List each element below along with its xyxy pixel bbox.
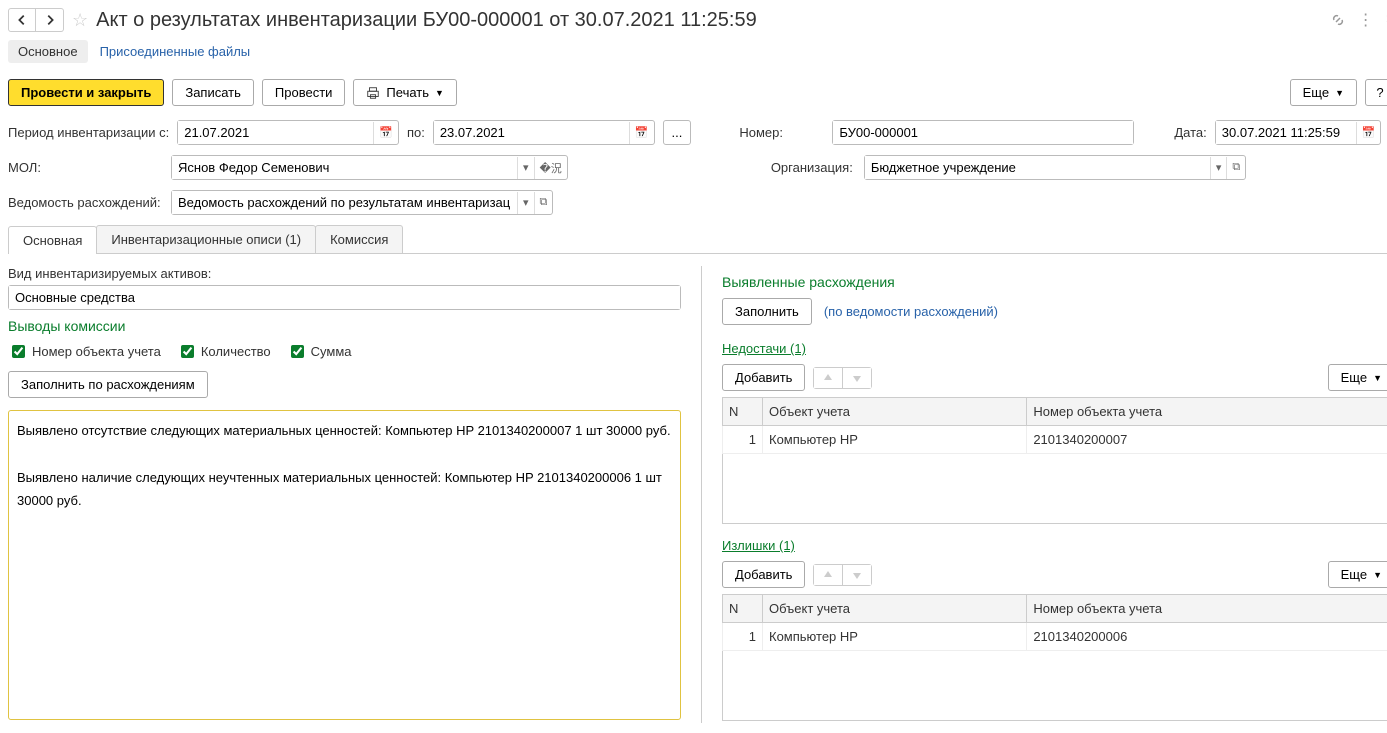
move-down-button[interactable] [843, 368, 871, 388]
move-up-button[interactable] [814, 368, 843, 388]
subnav-main[interactable]: Основное [8, 40, 88, 63]
move-up-button[interactable] [814, 565, 843, 585]
number-label: Номер: [739, 125, 824, 140]
save-button[interactable]: Записать [172, 79, 254, 106]
chevron-down-icon[interactable]: ▾ [1210, 157, 1227, 179]
open-icon[interactable]: �況 [534, 157, 567, 179]
link-icon[interactable] [1330, 12, 1346, 28]
add-surplus-button[interactable]: Добавить [722, 561, 805, 588]
open-icon[interactable]: ⧉ [534, 192, 553, 214]
col-n: N [723, 595, 763, 623]
period-from-label: Период инвентаризации с: [8, 125, 169, 140]
date-label: Дата: [1174, 125, 1206, 140]
surplus-table: N Объект учета Номер объекта учета 1 Ком… [722, 594, 1387, 721]
kebab-icon[interactable]: ⋮ [1358, 10, 1374, 30]
more-shortage-button[interactable]: Еще ▼ [1328, 364, 1387, 391]
printer-icon [366, 86, 380, 100]
discrep-label: Ведомость расхождений: [8, 195, 163, 210]
print-button[interactable]: Печать ▼ [353, 79, 457, 106]
conclusions-textarea[interactable] [8, 410, 681, 720]
tab-inventory-lists[interactable]: Инвентаризационные описи (1) [96, 225, 316, 253]
calendar-icon[interactable]: 📅 [373, 122, 398, 144]
cb-sum[interactable]: Сумма [287, 342, 352, 361]
move-down-button[interactable] [843, 565, 871, 585]
org-label: Организация: [771, 160, 856, 175]
tab-commission[interactable]: Комиссия [315, 225, 403, 253]
cb-quantity[interactable]: Количество [177, 342, 271, 361]
col-object: Объект учета [763, 595, 1027, 623]
number-input[interactable] [833, 121, 1133, 144]
cb-object-number[interactable]: Номер объекта учета [8, 342, 161, 361]
fill-button[interactable]: Заполнить [722, 298, 812, 325]
col-number: Номер объекта учета [1027, 398, 1387, 426]
col-object: Объект учета [763, 398, 1027, 426]
conclusions-title: Выводы комиссии [8, 318, 681, 334]
open-icon[interactable]: ⧉ [1226, 157, 1245, 179]
col-n: N [723, 398, 763, 426]
tab-main[interactable]: Основная [8, 226, 97, 254]
calendar-icon[interactable]: 📅 [629, 122, 654, 144]
mol-input[interactable] [172, 156, 517, 179]
page-title: Акт о результатах инвентаризации БУ00-00… [96, 9, 1330, 32]
by-statement-link[interactable]: (по ведомости расхождений) [824, 304, 998, 319]
col-number: Номер объекта учета [1027, 595, 1387, 623]
table-row[interactable]: 1 Компьютер HP 2101340200007 [723, 426, 1387, 454]
favorite-icon[interactable]: ☆ [72, 10, 88, 31]
chevron-down-icon[interactable]: ▾ [517, 157, 534, 179]
chevron-down-icon: ▼ [1335, 88, 1344, 98]
post-close-button[interactable]: Провести и закрыть [8, 79, 164, 106]
shortage-link[interactable]: Недостачи (1) [722, 341, 806, 356]
period-to-label: по: [407, 125, 425, 140]
date-input[interactable] [1216, 121, 1356, 144]
help-button[interactable]: ? [1365, 79, 1387, 106]
fill-by-discrep-button[interactable]: Заполнить по расхождениям [8, 371, 208, 398]
period-to-input[interactable] [434, 121, 629, 144]
period-from-input[interactable] [178, 121, 373, 144]
period-picker-button[interactable]: ... [663, 120, 692, 145]
chevron-down-icon[interactable]: ▾ [517, 192, 534, 214]
forward-button[interactable] [36, 8, 64, 32]
asset-type-label: Вид инвентаризируемых активов: [8, 266, 681, 281]
asset-type-input[interactable] [9, 286, 680, 309]
calendar-icon[interactable]: 📅 [1356, 122, 1381, 144]
more-button[interactable]: Еще ▼ [1290, 79, 1357, 106]
add-shortage-button[interactable]: Добавить [722, 364, 805, 391]
chevron-down-icon: ▼ [435, 88, 444, 98]
discrep-title: Выявленные расхождения [722, 274, 1387, 290]
subnav-files[interactable]: Присоединенные файлы [100, 44, 251, 59]
discrep-input[interactable] [172, 191, 517, 214]
more-surplus-button[interactable]: Еще ▼ [1328, 561, 1387, 588]
table-row[interactable]: 1 Компьютер HP 2101340200006 [723, 623, 1387, 651]
post-button[interactable]: Провести [262, 79, 346, 106]
surplus-link[interactable]: Излишки (1) [722, 538, 795, 553]
org-input[interactable] [865, 156, 1210, 179]
mol-label: МОЛ: [8, 160, 163, 175]
shortage-table: N Объект учета Номер объекта учета 1 Ком… [722, 397, 1387, 524]
back-button[interactable] [8, 8, 36, 32]
